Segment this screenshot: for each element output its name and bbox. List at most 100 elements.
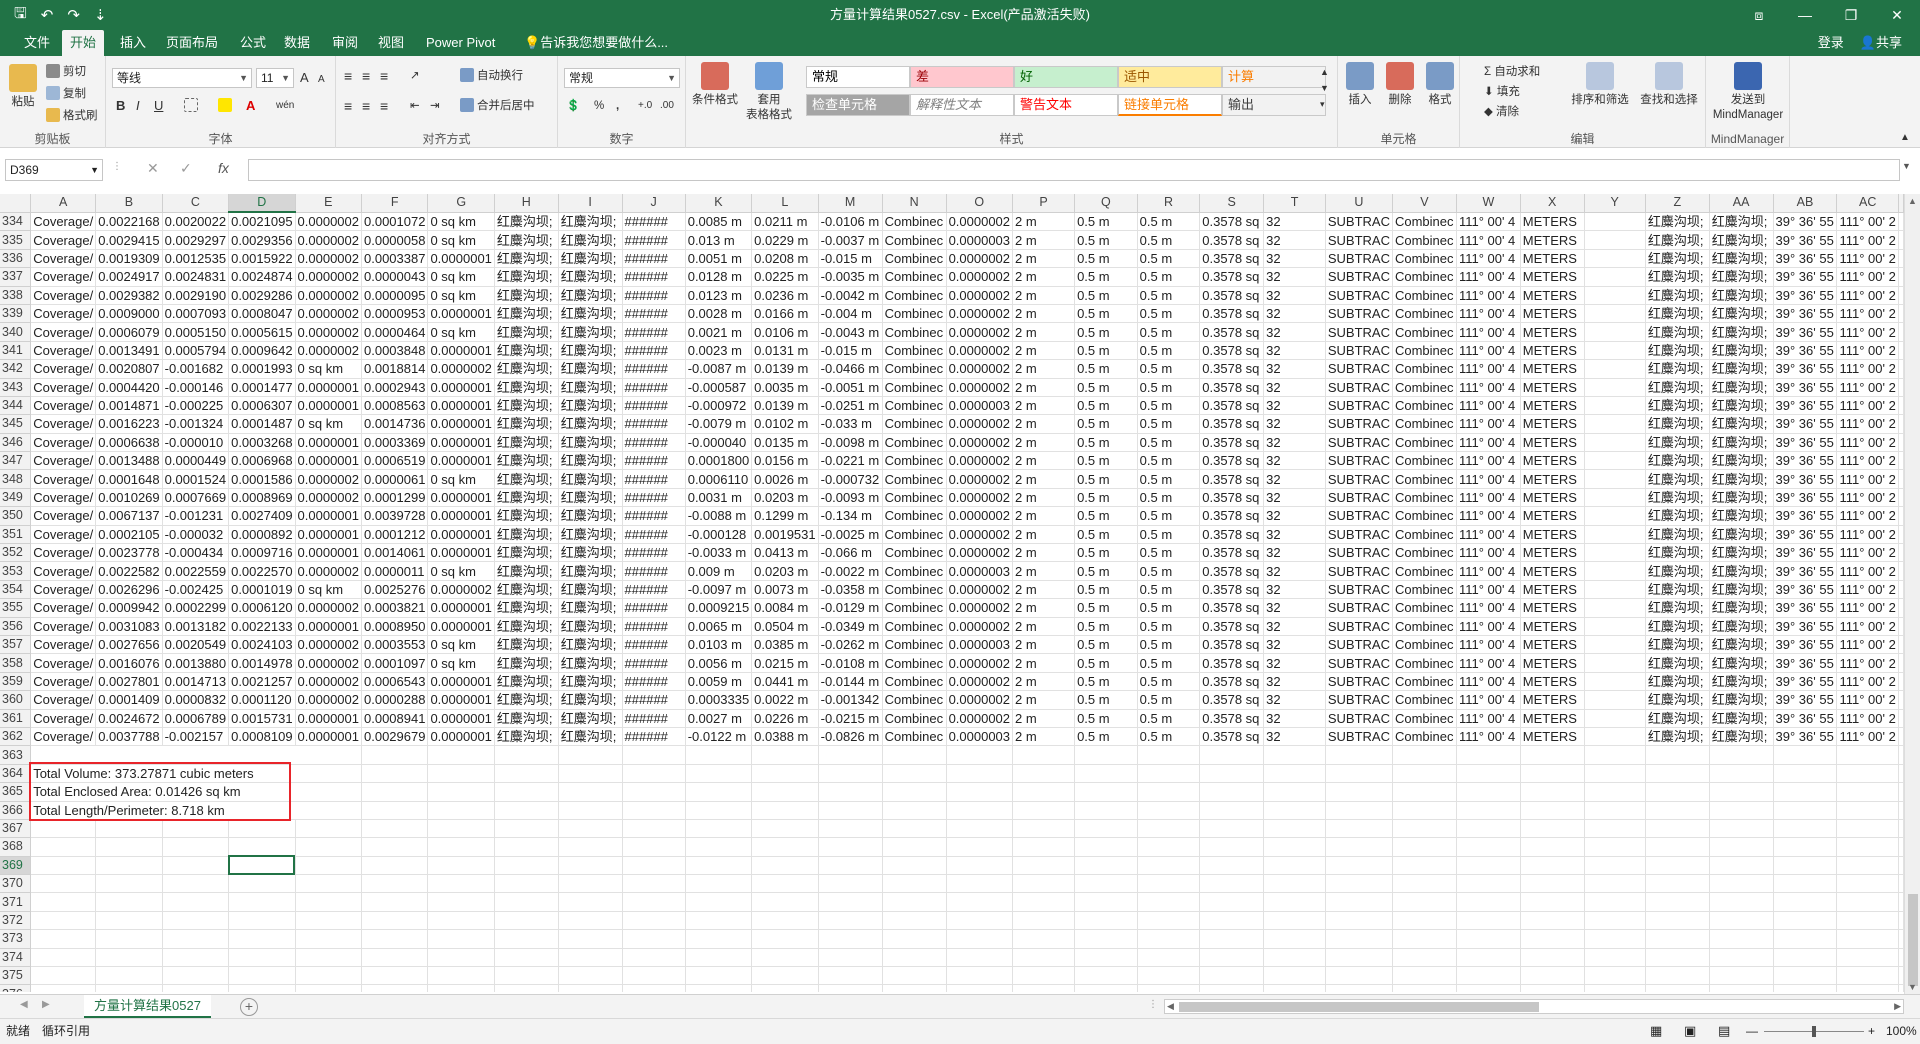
cell[interactable]	[1584, 378, 1646, 397]
cell[interactable]	[1392, 929, 1457, 949]
cell[interactable]	[818, 801, 883, 820]
cell[interactable]: 111° 00' 4	[1456, 414, 1521, 434]
cell[interactable]: 0.3578 sq	[1199, 396, 1265, 416]
cell[interactable]: 0.0385 m	[751, 635, 819, 655]
cell[interactable]: 红麋沟坝;	[558, 690, 623, 710]
cell[interactable]: 红麋沟坝;	[558, 653, 623, 673]
cell[interactable]	[1645, 819, 1710, 839]
cell[interactable]	[1456, 892, 1521, 912]
cell[interactable]	[1898, 672, 1904, 692]
cell[interactable]	[1898, 653, 1904, 673]
cell[interactable]	[30, 856, 97, 876]
cell[interactable]: 红麋沟坝;	[1645, 690, 1710, 710]
cell[interactable]: 0.5 m	[1137, 396, 1201, 416]
cell[interactable]	[1074, 966, 1138, 986]
cell[interactable]	[1584, 690, 1646, 710]
cell[interactable]: Combinec	[882, 506, 947, 526]
cell[interactable]: ######	[622, 525, 686, 545]
cell[interactable]: ######	[622, 488, 686, 508]
cell[interactable]	[882, 911, 947, 931]
cell[interactable]	[1137, 801, 1201, 820]
cell[interactable]	[1584, 230, 1646, 250]
cell[interactable]: 0.5 m	[1074, 469, 1138, 489]
cell[interactable]	[882, 892, 947, 912]
cell[interactable]	[361, 745, 429, 765]
cell[interactable]	[1456, 745, 1521, 765]
cell[interactable]: 111° 00' 4	[1456, 433, 1521, 453]
cell[interactable]: 0.5 m	[1074, 322, 1138, 342]
cell[interactable]	[1584, 598, 1646, 618]
worksheet-grid[interactable]: A B C D E F G H I J K L M N O P Q R S T U V W X Y Z AA AB AC 334 Cover…	[0, 194, 1904, 992]
cell[interactable]	[1898, 212, 1904, 232]
cell[interactable]	[361, 801, 429, 820]
cell[interactable]: 0.5 m	[1137, 709, 1201, 728]
cell[interactable]	[1898, 727, 1904, 747]
cell[interactable]	[1584, 322, 1646, 342]
cell[interactable]: Coverage/	[30, 396, 97, 416]
cell[interactable]: 0.0059 m	[685, 672, 753, 692]
cell[interactable]: Coverage/	[30, 506, 97, 526]
cell-style-2[interactable]: 好	[1014, 66, 1118, 88]
vertical-scrollbar[interactable]: ▲ ▼	[1904, 194, 1920, 994]
cell[interactable]: 0.5 m	[1137, 469, 1201, 489]
cell[interactable]	[1709, 911, 1774, 931]
cell[interactable]	[622, 837, 686, 857]
cell[interactable]	[1199, 745, 1265, 765]
cell[interactable]: -0.0466 m	[818, 359, 883, 379]
cell[interactable]: 0.0000002	[295, 249, 363, 269]
cell[interactable]	[494, 929, 559, 949]
cell[interactable]: Combinec	[882, 286, 947, 305]
cell[interactable]: Coverage/	[30, 451, 97, 471]
column-header-U[interactable]: U	[1325, 194, 1393, 213]
cell[interactable]	[95, 929, 163, 949]
cell[interactable]: 39° 36' 55	[1773, 709, 1838, 728]
cell[interactable]	[228, 984, 296, 992]
cell[interactable]	[1584, 727, 1646, 747]
cell[interactable]	[494, 984, 559, 992]
font-name-select[interactable]: 等线 ▼	[112, 68, 252, 88]
cell[interactable]: 0.5 m	[1074, 727, 1138, 747]
cell[interactable]	[1836, 929, 1899, 949]
tab-file[interactable]: 文件	[16, 30, 58, 56]
cell[interactable]: METERS	[1520, 341, 1585, 361]
cell[interactable]	[1898, 304, 1904, 324]
cell[interactable]	[1520, 819, 1585, 839]
cell[interactable]: 32	[1263, 653, 1326, 673]
cell[interactable]: ######	[622, 433, 686, 453]
cell[interactable]: Combinec	[882, 230, 947, 250]
cell[interactable]: SUBTRAC	[1325, 690, 1393, 710]
cell[interactable]: 111° 00' 4	[1456, 672, 1521, 692]
cell[interactable]: 0.0000002	[946, 451, 1014, 471]
cell[interactable]	[295, 856, 363, 876]
cell[interactable]: ######	[622, 690, 686, 710]
cell[interactable]	[558, 856, 623, 876]
row-header[interactable]: 367	[0, 819, 32, 839]
cell[interactable]: 0.0000001	[427, 709, 495, 728]
cell[interactable]: 红麋沟坝;	[494, 488, 559, 508]
cell[interactable]: 0.0003387	[361, 249, 429, 269]
cell[interactable]: 0.0020022	[162, 212, 230, 232]
cell[interactable]: -0.0358 m	[818, 580, 883, 600]
cell[interactable]: 0.0000003	[946, 727, 1014, 747]
cell[interactable]	[1584, 469, 1646, 489]
decrease-indent-icon[interactable]: ⇤	[410, 98, 420, 114]
cell[interactable]: 0.0000003	[946, 396, 1014, 416]
cell[interactable]	[30, 745, 362, 765]
cell[interactable]: 111° 00' 2	[1836, 709, 1899, 728]
align-bottom-icon[interactable]: ≡	[380, 68, 388, 84]
zoom-out-button[interactable]: —	[1746, 1019, 1758, 1043]
cell[interactable]: 红麋沟坝;	[1645, 433, 1710, 453]
cell[interactable]	[1898, 874, 1904, 894]
cell[interactable]	[751, 984, 819, 992]
cell[interactable]: 0.0021257	[228, 672, 296, 692]
cell[interactable]: 0.0000002	[295, 598, 363, 618]
cell-style-0[interactable]: 常规	[806, 66, 910, 88]
cell[interactable]	[1898, 617, 1904, 636]
cell-style-6[interactable]: 解释性文本	[910, 94, 1014, 116]
cell[interactable]	[1584, 304, 1646, 324]
share-button[interactable]: 👤共享	[1860, 30, 1902, 56]
cell[interactable]: 0.0000095	[361, 286, 429, 305]
cell[interactable]	[1773, 892, 1838, 912]
cell[interactable]: 32	[1263, 433, 1326, 453]
cell[interactable]	[1836, 874, 1899, 894]
